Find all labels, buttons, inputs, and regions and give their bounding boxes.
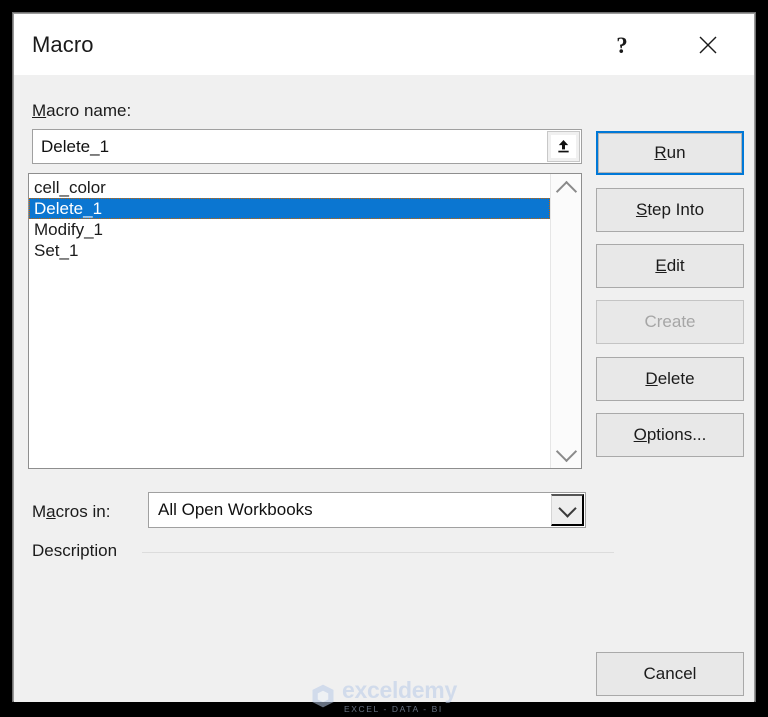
step-into-button[interactable]: Step Into	[596, 188, 744, 232]
description-label: Description	[32, 541, 118, 560]
dialog-titlebar: Macro ?	[14, 14, 754, 75]
macro-list-items: cell_color Delete_1 Modify_1 Set_1	[29, 177, 550, 465]
macro-name-label: Macro name:	[32, 101, 132, 120]
options-button[interactable]: Options...	[596, 413, 744, 457]
exceldemy-watermark: exceldemy EXCEL - DATA - BI	[309, 678, 484, 714]
upload-icon	[558, 139, 569, 153]
chevron-down-icon	[555, 440, 577, 462]
scroll-down-button[interactable]	[551, 438, 581, 468]
list-item[interactable]: Modify_1	[29, 219, 550, 240]
close-icon	[699, 36, 717, 54]
upload-button[interactable]	[547, 131, 580, 162]
macros-in-select[interactable]: All Open Workbooks	[148, 492, 586, 528]
list-item[interactable]: Set_1	[29, 240, 550, 261]
macros-in-label: Macros in:	[32, 502, 111, 521]
macro-dialog: Macro ? Macro name: Delete_1 cell_color …	[13, 13, 755, 713]
dialog-title: Macro	[32, 32, 94, 57]
help-icon[interactable]: ?	[600, 26, 644, 64]
macro-listbox[interactable]: cell_color Delete_1 Modify_1 Set_1	[28, 173, 582, 469]
macros-in-value: All Open Workbooks	[158, 500, 313, 519]
listbox-scrollbar[interactable]	[550, 174, 581, 468]
cancel-button[interactable]: Cancel	[596, 652, 744, 696]
run-button[interactable]: Run	[596, 131, 744, 175]
dialog-body: Macro name: cell_color Delete_1 Modify_1…	[14, 75, 754, 713]
list-item[interactable]: cell_color	[29, 177, 550, 198]
macros-in-dropdown-button[interactable]	[551, 494, 584, 526]
list-item[interactable]: Delete_1	[29, 198, 550, 219]
macro-name-input[interactable]	[33, 130, 545, 163]
create-button: Create	[596, 300, 744, 344]
watermark-name: exceldemy	[342, 676, 457, 703]
close-button[interactable]	[686, 26, 730, 64]
edit-button[interactable]: Edit	[596, 244, 744, 288]
question-mark-icon: ?	[616, 32, 628, 58]
chevron-down-icon	[557, 498, 577, 518]
watermark-tagline: EXCEL - DATA - BI	[344, 703, 443, 714]
exceldemy-logo-icon	[312, 684, 334, 708]
scroll-up-button[interactable]	[551, 174, 581, 204]
macro-name-field	[32, 129, 582, 164]
description-separator	[142, 552, 614, 553]
chevron-up-icon	[555, 180, 577, 202]
delete-button[interactable]: Delete	[596, 357, 744, 401]
